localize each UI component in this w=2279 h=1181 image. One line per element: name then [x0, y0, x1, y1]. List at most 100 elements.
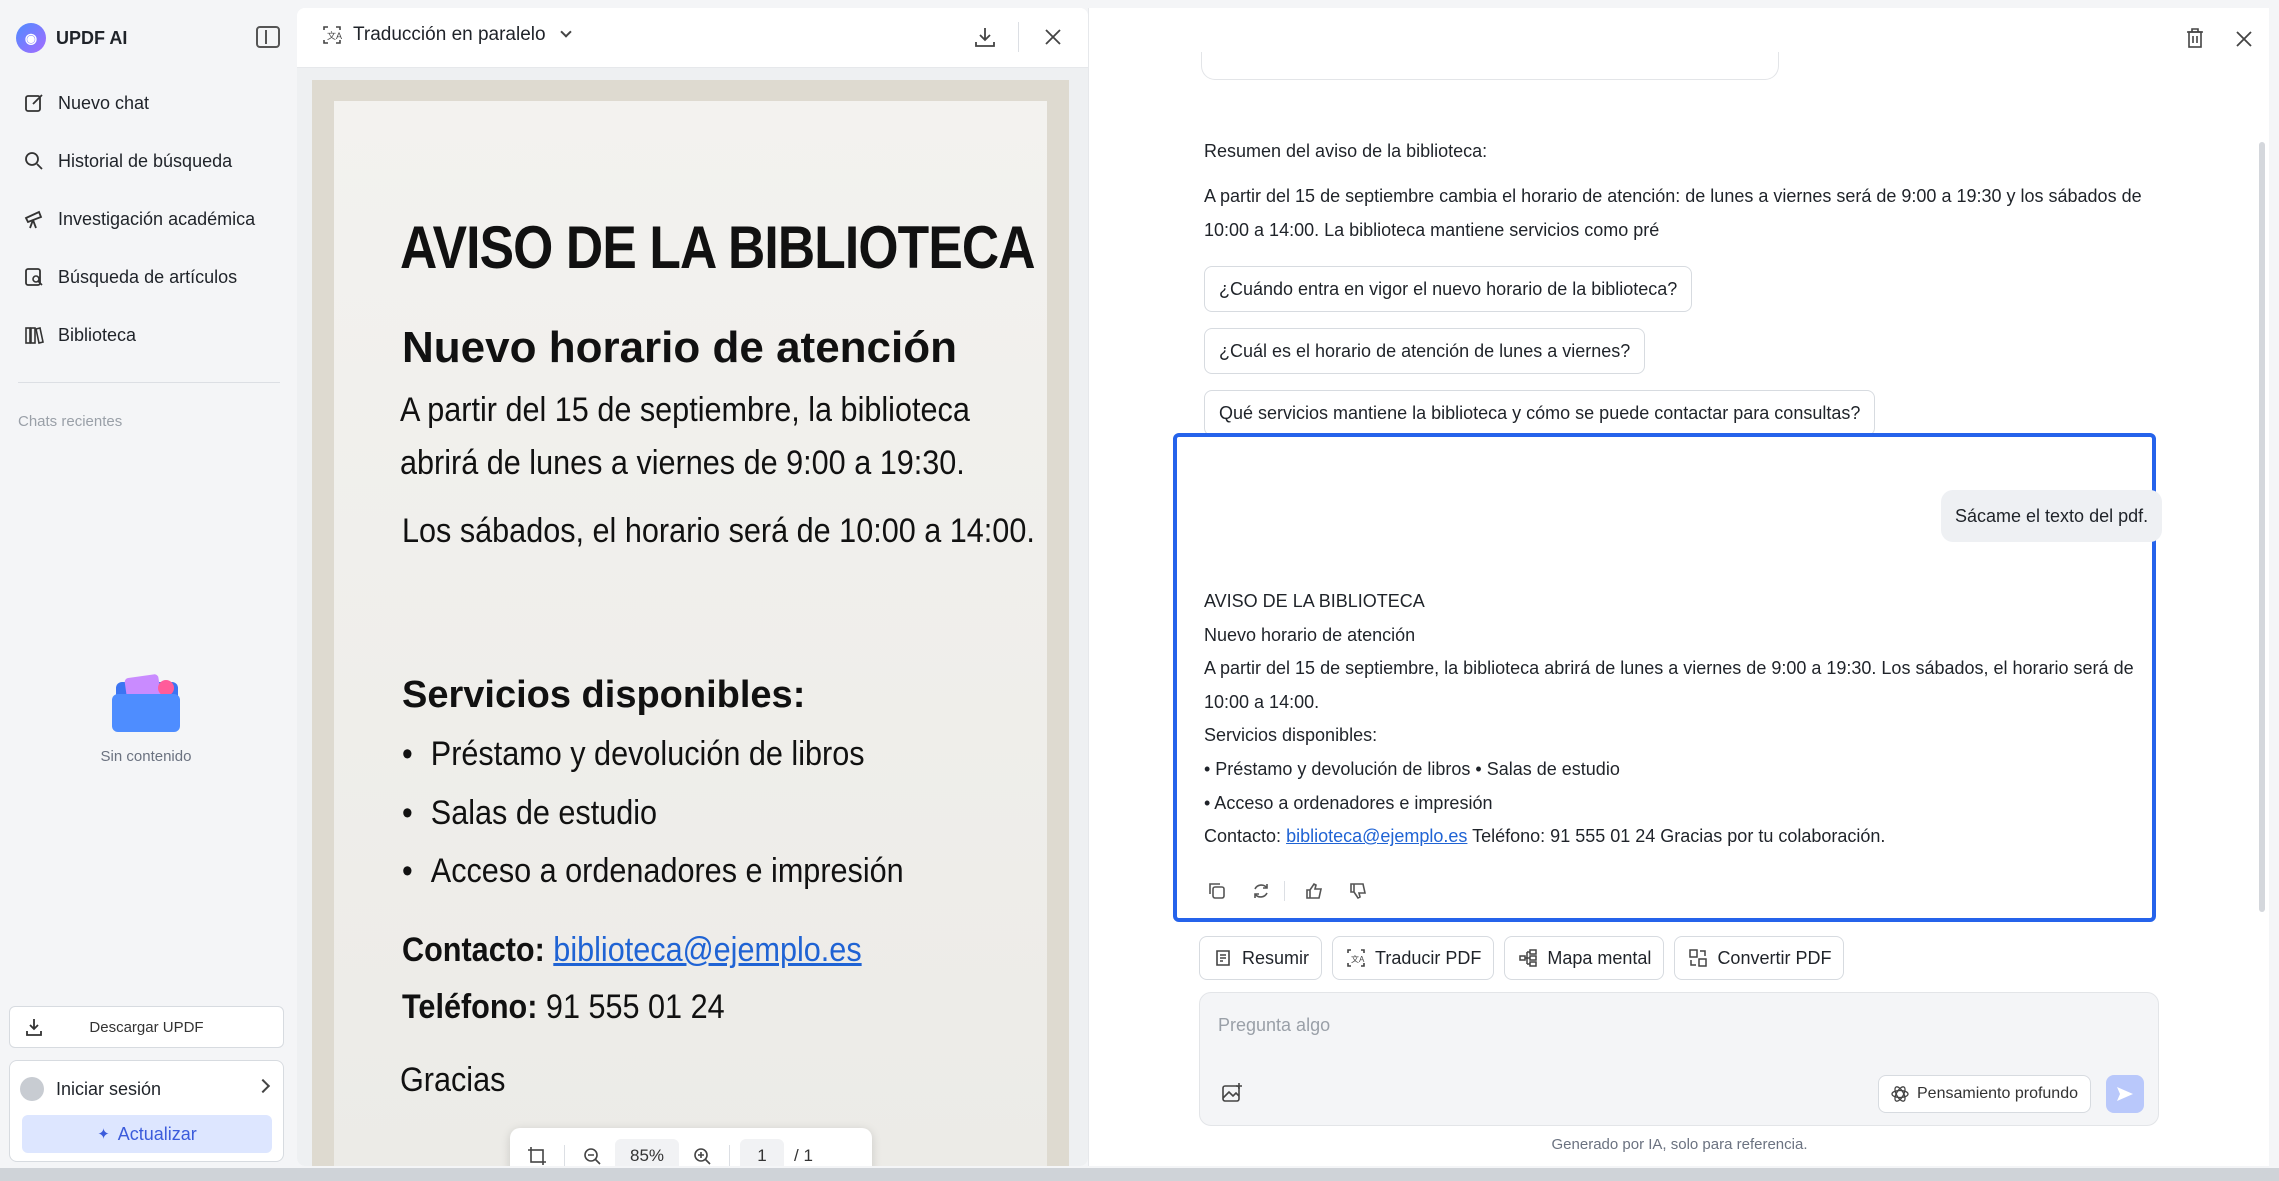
suggested-question[interactable]: ¿Cuándo entra en vigor el nuevo horario …	[1204, 266, 1693, 312]
empty-state-text: Sin contenido	[100, 748, 192, 765]
download-icon[interactable]	[972, 24, 998, 50]
sidebar-item-label: Historial de búsqueda	[58, 150, 233, 171]
summarize-button[interactable]: Resumir	[1199, 936, 1323, 980]
doc-contact: Contacto: biblioteca@ejemplo.es	[402, 931, 862, 969]
scrollbar[interactable]	[2259, 142, 2265, 912]
ai-chat-panel: Resumen del aviso de la biblioteca: A pa…	[1088, 8, 2269, 1166]
actions-divider	[1284, 881, 1285, 901]
sidebar-item-search-history[interactable]: Historial de búsqueda	[10, 132, 282, 190]
answer-contact-line: Contacto: biblioteca@ejemplo.es Teléfono…	[1204, 826, 1886, 847]
login-row[interactable]: Iniciar sesión	[20, 1071, 274, 1107]
mind-map-button[interactable]: Mapa mental	[1504, 936, 1665, 980]
doc-service-item: • Préstamo y devolución de libros	[402, 735, 865, 773]
zoom-toolbar: 85% 1 / 1	[510, 1128, 872, 1166]
translation-mode-dropdown[interactable]: 文A Traducción en paralelo	[321, 24, 572, 46]
user-message-bubble: Sácame el texto del pdf.	[1941, 490, 2163, 542]
chevron-down-icon	[559, 26, 572, 38]
previous-message-card	[1201, 52, 1779, 80]
doc-line: Los sábados, el horario será de 10:00 a …	[402, 512, 1035, 550]
answer-line: Servicios disponibles:	[1204, 725, 1378, 746]
page-number-input[interactable]: 1	[740, 1139, 784, 1166]
doc-service-item: • Acceso a ordenadores e impresión	[402, 852, 904, 890]
suggested-question[interactable]: ¿Cuál es el horario de atención de lunes…	[1204, 328, 1646, 374]
download-updf-button[interactable]: Descargar UPDF	[9, 1006, 284, 1048]
avatar	[20, 1077, 44, 1101]
deep-thinking-label: Pensamiento profundo	[1917, 1085, 2078, 1102]
message-actions	[1204, 876, 1389, 906]
close-icon[interactable]	[2233, 28, 2255, 50]
pdf-page: AVISO DE LA BIBLIOTECA Nuevo horario de …	[334, 101, 1047, 1166]
thumbs-down-icon[interactable]	[1345, 878, 1371, 904]
library-icon	[22, 323, 46, 347]
translate-pdf-button[interactable]: 文A Traducir PDF	[1332, 936, 1495, 980]
header-divider	[1018, 22, 1019, 52]
empty-state: Sin contenido	[0, 670, 292, 765]
collapse-sidebar-icon[interactable]	[256, 26, 280, 48]
crop-icon[interactable]	[526, 1145, 548, 1166]
thumbs-up-icon[interactable]	[1301, 878, 1327, 904]
summary-line: A partir del 15 de septiembre cambia el …	[1204, 186, 2142, 206]
doc-email-link[interactable]: biblioteca@ejemplo.es	[553, 931, 861, 969]
answer-line: A partir del 15 de septiembre, la biblio…	[1204, 658, 2134, 679]
ai-answer: AVISO DE LA BIBLIOTECA Nuevo horario de …	[1204, 585, 2144, 854]
pdf-canvas[interactable]: AVISO DE LA BIBLIOTECA Nuevo horario de …	[297, 68, 1088, 1166]
answer-line: Nuevo horario de atención	[1204, 624, 1416, 645]
doc-thanks: Gracias	[400, 1061, 506, 1099]
convert-icon	[1687, 947, 1709, 969]
doc-line: A partir del 15 de septiembre, la biblio…	[400, 391, 970, 429]
copy-icon[interactable]	[1204, 878, 1230, 904]
convert-pdf-button[interactable]: Convertir PDF	[1674, 936, 1845, 980]
doc-line: abrirá de lunes a viernes de 9:00 a 19:3…	[400, 444, 965, 482]
document-search-icon	[22, 265, 46, 289]
sidebar-item-article-search[interactable]: Búsqueda de artículos	[10, 248, 282, 306]
taskbar-edge	[0, 1168, 2279, 1181]
toolbar-divider	[729, 1145, 730, 1166]
toolbar-divider	[564, 1145, 565, 1166]
send-icon	[2117, 1087, 2133, 1101]
sidebar-item-library[interactable]: Biblioteca	[10, 306, 282, 364]
doc-services-heading: Servicios disponibles:	[402, 674, 806, 716]
sidebar-item-label: Biblioteca	[58, 324, 137, 345]
chevron-right-icon	[255, 1078, 271, 1094]
upgrade-button[interactable]: ✦ Actualizar	[22, 1115, 272, 1153]
doc-subtitle: Nuevo horario de atención	[402, 323, 957, 372]
recent-chats-label: Chats recientes	[18, 413, 123, 430]
doc-phone: Teléfono: 91 555 01 24	[402, 988, 725, 1026]
atom-icon	[1891, 1085, 1909, 1103]
quick-actions: Resumir 文A Traducir PDF Mapa mental Conv…	[1199, 936, 1854, 980]
regenerate-icon[interactable]	[1248, 878, 1274, 904]
answer-email-link[interactable]: biblioteca@ejemplo.es	[1286, 826, 1467, 846]
answer-line: 10:00 a 14:00.	[1204, 691, 1320, 712]
ai-disclaimer: Generado por IA, solo para referencia.	[1551, 1136, 1808, 1153]
zoom-level[interactable]: 85%	[615, 1139, 679, 1166]
pdf-header: 文A Traducción en paralelo	[297, 8, 1088, 68]
telescope-icon	[22, 207, 46, 231]
suggested-question[interactable]: Qué servicios mantiene la biblioteca y c…	[1204, 390, 1876, 436]
sidebar-item-new-chat[interactable]: Nuevo chat	[10, 74, 282, 132]
zoom-in-icon[interactable]	[691, 1145, 713, 1166]
sidebar-item-academic-research[interactable]: Investigación académica	[10, 190, 282, 248]
summary-icon	[1212, 947, 1234, 969]
summary-heading: Resumen del aviso de la biblioteca:	[1204, 141, 1488, 161]
upgrade-label: Actualizar	[117, 1123, 197, 1144]
answer-line: • Acceso a ordenadores e impresión	[1204, 792, 1493, 813]
sidebar-item-label: Búsqueda de artículos	[58, 266, 238, 287]
trash-icon[interactable]	[2183, 26, 2207, 50]
translation-mode-label: Traducción en paralelo	[353, 24, 546, 45]
brand: ◉ UPDF AI	[16, 22, 127, 54]
sidebar: ◉ UPDF AI Nuevo chat Historial de búsque…	[0, 0, 292, 1168]
send-button[interactable]	[2106, 1075, 2144, 1113]
close-icon[interactable]	[1042, 26, 1064, 48]
quick-action-label: Resumir	[1242, 947, 1310, 968]
pdf-viewer-panel: 文A Traducción en paralelo AVISO DE LA BI…	[297, 8, 1088, 1166]
translate-icon: 文A	[321, 24, 343, 46]
app-window: ◉ UPDF AI Nuevo chat Historial de búsque…	[0, 0, 2279, 1168]
chat-composer: Pensamiento profundo	[1199, 992, 2159, 1126]
updf-logo-icon: ◉	[16, 23, 46, 53]
chat-input[interactable]	[1218, 1007, 2118, 1043]
page-total: / 1	[794, 1146, 813, 1165]
deep-thinking-toggle[interactable]: Pensamiento profundo	[1878, 1075, 2091, 1113]
zoom-out-icon[interactable]	[581, 1145, 603, 1166]
doc-service-item: • Salas de estudio	[402, 794, 658, 832]
add-image-icon[interactable]	[1220, 1081, 1246, 1107]
